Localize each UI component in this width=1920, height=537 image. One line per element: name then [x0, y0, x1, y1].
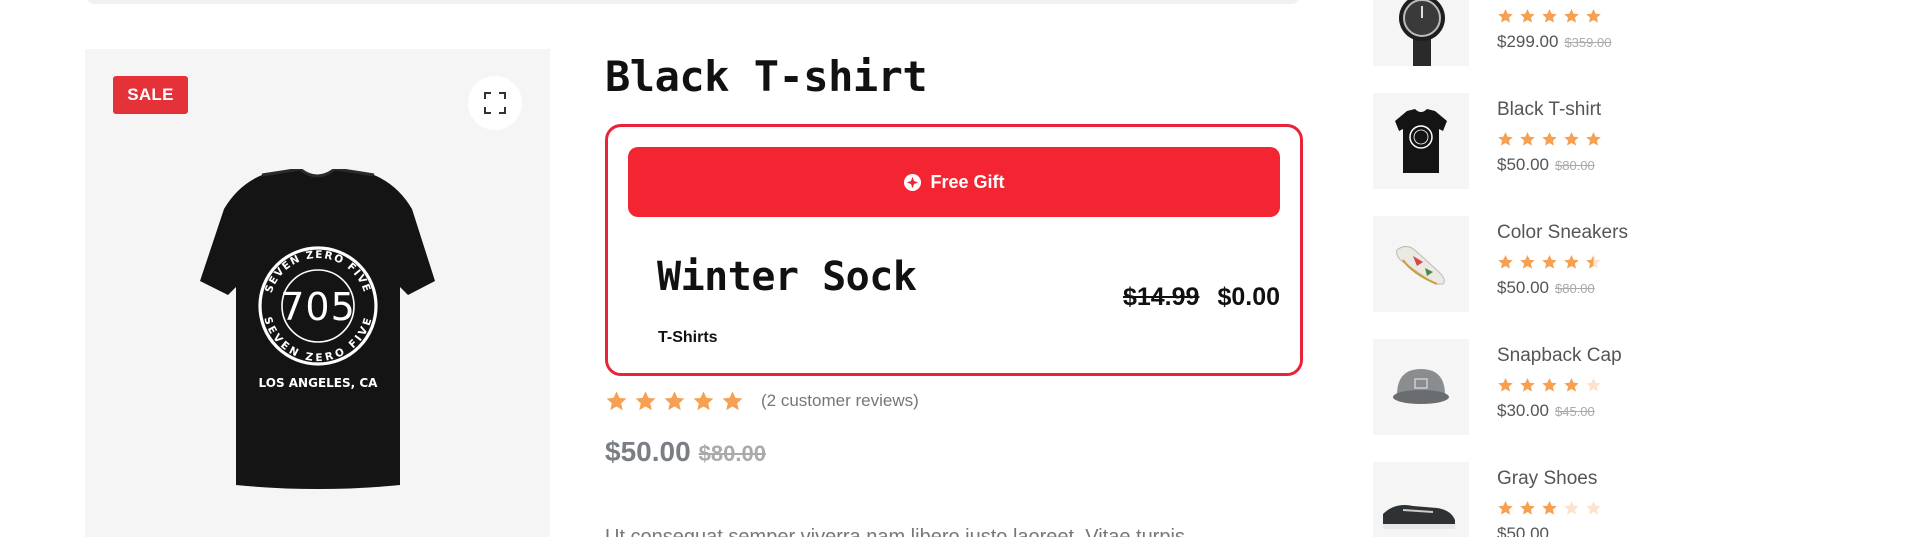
widget-product-thumb[interactable]	[1373, 462, 1469, 537]
product-description: Ut consequat semper viverra nam libero j…	[605, 526, 1185, 537]
cap-thumbnail	[1393, 369, 1449, 404]
gift-item-category[interactable]: T-Shirts	[658, 329, 718, 347]
star-icon	[1498, 255, 1513, 269]
widget-product-thumb[interactable]	[1373, 216, 1469, 312]
star-icon	[1564, 378, 1579, 392]
widget-product-price: $30.00	[1497, 401, 1549, 420]
star-icon	[1498, 378, 1513, 392]
widget-product[interactable]: Gray Shoes $50.00	[1373, 462, 1793, 537]
customer-reviews-link[interactable]: (2 customer reviews)	[761, 391, 919, 411]
star-icon	[1564, 501, 1579, 515]
star-icon	[1542, 255, 1557, 269]
free-gift-box: Free Gift Winter Sock T-Shirts $14.99 $0…	[605, 124, 1303, 376]
star-icon	[1586, 132, 1601, 146]
star-icon	[1498, 9, 1513, 23]
widget-product[interactable]: Color Sneakers $50.00 $80.00	[1373, 216, 1793, 312]
widget-product-price: $299.00	[1497, 32, 1559, 51]
gift-badge-icon	[904, 173, 922, 191]
star-icon	[1586, 255, 1601, 269]
star-icon	[1520, 378, 1535, 392]
widget-product-stars	[1497, 254, 1628, 270]
product-gallery[interactable]: SALE SEVEN ZERO FIVE SEVEN ZERO FIVE 705…	[85, 49, 550, 537]
star-icon	[606, 391, 627, 411]
tshirt-thumbnail	[1395, 109, 1447, 173]
old-price: $80.00	[698, 441, 766, 466]
widget-product-name[interactable]: Color Sneakers	[1497, 222, 1628, 246]
star-icon	[1586, 501, 1601, 515]
star-icon	[1542, 132, 1557, 146]
fullscreen-button[interactable]	[468, 76, 522, 130]
star-icon	[1586, 378, 1601, 392]
top-divider-bar	[85, 0, 1301, 4]
star-icon	[693, 391, 714, 411]
widget-product-stars	[1497, 131, 1602, 147]
product-image-black-tshirt: SEVEN ZERO FIVE SEVEN ZERO FIVE 705 LOS …	[200, 169, 435, 489]
star-icon	[1542, 378, 1557, 392]
widget-product-name[interactable]: Snapback Cap	[1497, 345, 1622, 369]
widget-product-stars	[1497, 500, 1602, 516]
widget-product-price: $50.00	[1497, 155, 1549, 174]
star-icon	[1542, 501, 1557, 515]
star-icon	[1520, 255, 1535, 269]
widget-product-old-price: $45.00	[1555, 404, 1595, 419]
sale-badge: SALE	[113, 76, 188, 114]
widget-product[interactable]: $299.00 $359.00	[1373, 0, 1793, 66]
watch-thumbnail	[1399, 0, 1445, 66]
widget-product-old-price: $80.00	[1555, 158, 1595, 173]
star-icon	[1542, 9, 1557, 23]
product-title: Black T-shirt	[605, 52, 928, 101]
widget-product-old-price: $359.00	[1564, 35, 1612, 50]
gift-prices: $14.99 $0.00	[1123, 283, 1280, 312]
star-icon	[1564, 9, 1579, 23]
star-icon	[1586, 9, 1601, 23]
star-icon	[1498, 501, 1513, 515]
star-icon	[1520, 132, 1535, 146]
widget-product-thumb[interactable]	[1373, 0, 1469, 66]
shirt-location-text: LOS ANGELES, CA	[259, 376, 379, 390]
star-icon	[1564, 132, 1579, 146]
product-rating-stars	[605, 390, 744, 412]
star-icon	[722, 391, 743, 411]
widget-product[interactable]: Black T-shirt $50.00 $80.00	[1373, 93, 1793, 189]
product-rating: (2 customer reviews)	[605, 390, 919, 412]
star-icon	[1520, 501, 1535, 515]
gift-item-name: Winter Sock	[657, 254, 917, 300]
star-icon	[1520, 9, 1535, 23]
widget-product-stars	[1497, 8, 1611, 24]
current-price: $50.00	[605, 436, 691, 467]
free-gift-button[interactable]: Free Gift	[628, 147, 1280, 217]
widget-product-old-price: $80.00	[1555, 281, 1595, 296]
star-icon	[635, 391, 656, 411]
gift-price: $0.00	[1217, 283, 1280, 311]
widget-product[interactable]: Snapback Cap $30.00 $45.00	[1373, 339, 1793, 435]
star-icon	[1564, 255, 1579, 269]
widget-product-stars	[1497, 377, 1622, 393]
widget-product-name[interactable]: Black T-shirt	[1497, 99, 1602, 123]
star-icon	[664, 391, 685, 411]
widget-product-price: $50.00	[1497, 278, 1549, 297]
shirt-number-text: 705	[280, 285, 356, 329]
widget-product-thumb[interactable]	[1373, 93, 1469, 189]
widget-product-price: $50.00	[1497, 524, 1549, 537]
shoes-thumbnail	[1383, 505, 1455, 529]
gift-old-price: $14.99	[1122, 283, 1200, 311]
sneaker-thumbnail	[1396, 246, 1445, 285]
product-price: $50.00 $80.00	[605, 436, 766, 468]
star-icon	[1498, 132, 1513, 146]
expand-icon	[484, 92, 506, 114]
widget-product-name[interactable]: Gray Shoes	[1497, 468, 1602, 492]
widget-product-thumb[interactable]	[1373, 339, 1469, 435]
free-gift-label: Free Gift	[930, 171, 1005, 192]
